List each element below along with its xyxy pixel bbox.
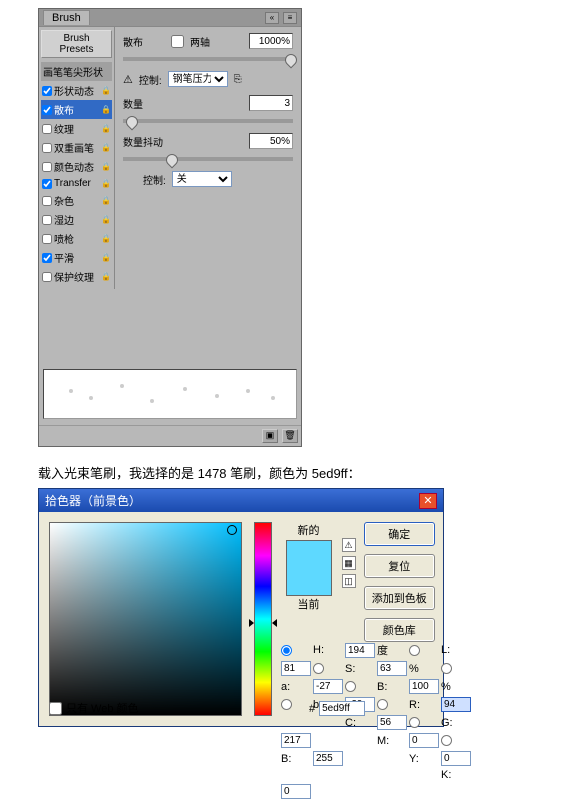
control-label: 控制: xyxy=(139,72,162,87)
new-color-swatch xyxy=(287,541,331,568)
brush-item-transfer[interactable]: Transfer🔒 xyxy=(41,176,112,191)
close-icon[interactable]: ✕ xyxy=(419,493,437,509)
brush-item-wet-edges[interactable]: 湿边🔒 xyxy=(41,210,112,229)
websafe-swatch-icon[interactable]: ▦ xyxy=(342,556,356,570)
color-marker[interactable] xyxy=(227,525,237,535)
current-color-swatch xyxy=(287,568,331,595)
brush-item-scattering[interactable]: 散布🔒 xyxy=(41,100,112,119)
r-radio[interactable] xyxy=(377,699,388,710)
jitter-slider[interactable] xyxy=(123,157,293,161)
lock-icon[interactable]: 🔒 xyxy=(101,105,111,115)
gamut-warning-icon[interactable]: ⚠ xyxy=(342,538,356,552)
new-preset-icon[interactable]: ▣ xyxy=(262,429,278,443)
brush-item-airbrush[interactable]: 喷枪🔒 xyxy=(41,229,112,248)
picker-title-text: 拾色器（前景色） xyxy=(45,492,141,509)
collapse-icon[interactable]: « xyxy=(265,12,279,24)
s-input[interactable] xyxy=(377,661,407,676)
jitter-label: 数量抖动 xyxy=(123,134,165,149)
b-hsb-input[interactable] xyxy=(409,679,439,694)
count-slider[interactable] xyxy=(123,119,293,123)
trash-icon[interactable]: 🗑 xyxy=(282,429,298,443)
brush-tab[interactable]: Brush xyxy=(43,10,90,25)
hue-slider[interactable] xyxy=(254,522,272,716)
new-label: 新的 xyxy=(286,522,332,538)
lock-icon[interactable]: 🔒 xyxy=(101,86,111,96)
menu-icon[interactable]: ≡ xyxy=(283,12,297,24)
control-select[interactable]: 钢笔压力 xyxy=(168,71,228,87)
c-input[interactable] xyxy=(377,715,407,730)
color-swatch xyxy=(286,540,332,596)
both-axes-checkbox[interactable] xyxy=(171,35,184,48)
lock-icon[interactable]: 🔒 xyxy=(101,124,111,134)
brush-item-protect-texture[interactable]: 保护纹理🔒 xyxy=(41,267,112,286)
warning-icon: ⚠ xyxy=(123,73,133,86)
picker-titlebar[interactable]: 拾色器（前景色） ✕ xyxy=(39,489,443,512)
brush-item-texture[interactable]: 纹理🔒 xyxy=(41,119,112,138)
hex-label: # xyxy=(309,703,315,715)
current-label: 当前 xyxy=(286,596,332,612)
brush-item-smoothing[interactable]: 平滑🔒 xyxy=(41,248,112,267)
b-rgb-radio[interactable] xyxy=(441,735,452,746)
b-hsb-radio[interactable] xyxy=(345,681,356,692)
brush-footer: ▣ 🗑 xyxy=(39,425,301,446)
brush-item-tip-shape[interactable]: 画笔笔尖形状 xyxy=(41,62,112,81)
brush-item-dual-brush[interactable]: 双重画笔🔒 xyxy=(41,138,112,157)
brush-panel-header: Brush « ≡ xyxy=(39,9,301,27)
color-fields: H:度 L: S:% a: B:% b: R: C: G: M: B: Y: K… xyxy=(281,642,471,799)
brush-panel: Brush « ≡ Brush Presets 画笔笔尖形状 形状动态🔒 散布🔒… xyxy=(38,8,302,447)
g-radio[interactable] xyxy=(409,717,420,728)
websafe-cube-icon[interactable]: ◫ xyxy=(342,574,356,588)
add-swatch-button[interactable]: 添加到色板 xyxy=(364,586,435,610)
g-input[interactable] xyxy=(281,733,311,748)
control2-select[interactable]: 关 xyxy=(172,171,232,187)
both-axes-label: 两轴 xyxy=(190,34,210,49)
y-input[interactable] xyxy=(441,751,471,766)
lock-icon[interactable]: 🔒 xyxy=(101,179,111,189)
brush-sidebar: Brush Presets 画笔笔尖形状 形状动态🔒 散布🔒 纹理🔒 双重画笔🔒… xyxy=(39,27,115,289)
brush-item-noise[interactable]: 杂色🔒 xyxy=(41,191,112,210)
lock-icon[interactable]: 🔒 xyxy=(101,234,111,244)
l-radio[interactable] xyxy=(409,645,420,656)
jitter-input[interactable] xyxy=(249,133,293,149)
lock-icon[interactable]: 🔒 xyxy=(101,143,111,153)
color-picker-dialog: 拾色器（前景色） ✕ 新的 当前 ⚠ ▦ ◫ 确定 复位 添加到色板 颜色库 H… xyxy=(38,488,444,727)
a-input[interactable] xyxy=(313,679,343,694)
lock-icon[interactable]: 🔒 xyxy=(101,196,111,206)
count-label: 数量 xyxy=(123,96,165,111)
brush-item-color-dynamics[interactable]: 颜色动态🔒 xyxy=(41,157,112,176)
l-input[interactable] xyxy=(281,661,311,676)
count-input[interactable] xyxy=(249,95,293,111)
brush-settings: 散布 两轴 ⚠ 控制: 钢笔压力 ⎘ 数量 数量抖动 xyxy=(115,27,301,289)
brush-preview xyxy=(43,369,297,419)
h-radio[interactable] xyxy=(281,645,292,656)
lock-icon[interactable]: 🔒 xyxy=(101,215,111,225)
scatter-slider[interactable] xyxy=(123,57,293,61)
m-input[interactable] xyxy=(409,733,439,748)
r-input[interactable] xyxy=(441,697,471,712)
h-input[interactable] xyxy=(345,643,375,658)
b-lab-radio[interactable] xyxy=(281,699,292,710)
lock-icon[interactable]: 🔒 xyxy=(101,162,111,172)
brush-item-shape-dynamics[interactable]: 形状动态🔒 xyxy=(41,81,112,100)
caption-text: 载入光束笔刷，我选择的是 1478 笔刷，颜色为 5ed9ff： xyxy=(38,463,580,482)
cancel-button[interactable]: 复位 xyxy=(364,554,435,578)
s-radio[interactable] xyxy=(313,663,324,674)
color-libraries-button[interactable]: 颜色库 xyxy=(364,618,435,642)
control2-label: 控制: xyxy=(143,172,166,187)
a-radio[interactable] xyxy=(441,663,452,674)
lock-icon[interactable]: 🔒 xyxy=(101,272,111,282)
scatter-value-input[interactable] xyxy=(249,33,293,49)
ok-button[interactable]: 确定 xyxy=(364,522,435,546)
scatter-label: 散布 xyxy=(123,34,165,49)
k-input[interactable] xyxy=(281,784,311,799)
link-icon[interactable]: ⎘ xyxy=(234,74,242,85)
web-only-label: 只有 Web 颜色 xyxy=(66,700,139,716)
web-only-checkbox[interactable] xyxy=(49,702,62,715)
hex-input[interactable] xyxy=(319,701,365,716)
b-rgb-input[interactable] xyxy=(313,751,343,766)
color-field[interactable] xyxy=(49,522,242,716)
brush-presets-button[interactable]: Brush Presets xyxy=(41,30,112,58)
lock-icon[interactable]: 🔒 xyxy=(101,253,111,263)
